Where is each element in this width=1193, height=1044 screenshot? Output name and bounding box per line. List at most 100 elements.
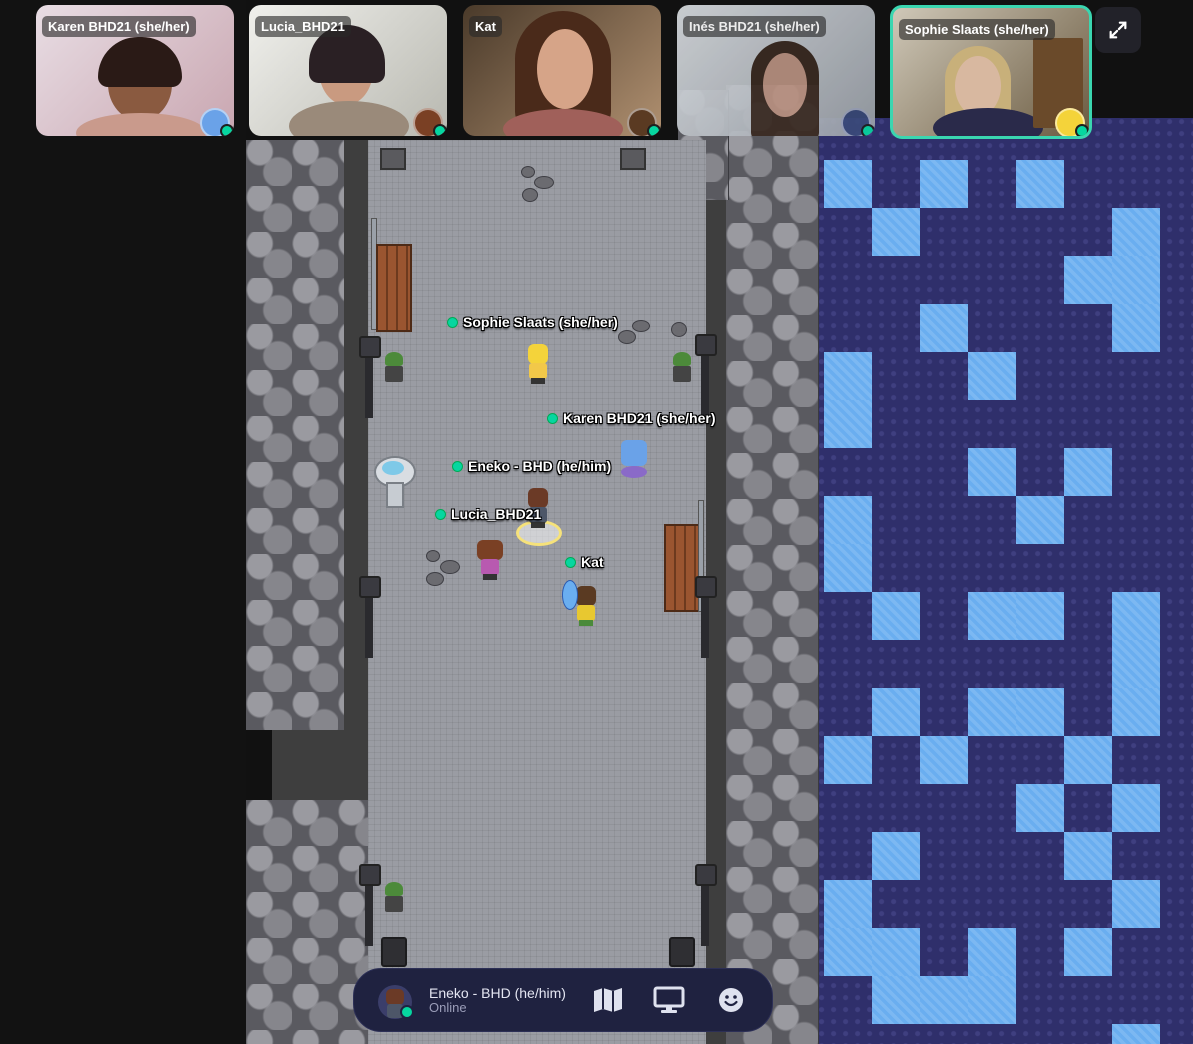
water-tile: [824, 400, 872, 448]
lamp-head: [695, 576, 717, 598]
online-dot: [433, 124, 447, 136]
stone: [632, 320, 650, 332]
water-tile: [920, 736, 968, 784]
online-dot: [565, 556, 576, 568]
lamp-post: [365, 876, 373, 946]
stone: [522, 188, 538, 202]
sign-post: [620, 148, 646, 170]
video-tile-name: Sophie Slaats (she/her): [899, 19, 1055, 40]
screen-share-button[interactable]: [652, 984, 686, 1016]
player-name-tag: Karen BHD21 (she/her): [547, 410, 716, 426]
plaza-floor: [368, 140, 706, 1044]
online-dot: [647, 124, 661, 136]
water-tile: [1064, 256, 1112, 304]
player-avatar-sophie[interactable]: [522, 344, 554, 384]
sign-post: [380, 148, 406, 170]
video-tile-name: Kat: [469, 16, 502, 37]
player-name: Lucia_BHD21: [451, 506, 542, 522]
water-tile: [1016, 496, 1064, 544]
plant-pot: [673, 366, 691, 382]
player-name-tag: Lucia_BHD21: [435, 506, 541, 522]
water-tile: [1064, 928, 1112, 976]
participant-face: [955, 56, 1001, 116]
video-tile-kat[interactable]: Kat: [463, 5, 661, 136]
water-tile: [824, 160, 872, 208]
video-tile-sophie[interactable]: Sophie Slaats (she/her): [890, 5, 1092, 139]
water-tile: [824, 352, 872, 400]
lamp-post: [701, 876, 709, 946]
expand-button[interactable]: [1095, 7, 1141, 53]
water-tile: [1112, 784, 1160, 832]
water-tile: [1016, 160, 1064, 208]
online-dot: [1075, 124, 1089, 136]
water-tile: [872, 688, 920, 736]
stone: [618, 330, 636, 344]
plant: [673, 352, 691, 366]
online-dot: [861, 124, 875, 136]
water-tile: [968, 352, 1016, 400]
bench: [664, 524, 700, 612]
user-status: Online: [429, 1000, 467, 1015]
user-name: Eneko - BHD (he/him): [429, 985, 566, 1001]
participant-body: [76, 113, 206, 136]
fountain-water: [382, 461, 404, 475]
emoji-icon: [719, 988, 743, 1012]
player-name-tag: Eneko - BHD (he/him): [452, 458, 611, 474]
water-tile: [824, 544, 872, 592]
map-button[interactable]: [591, 984, 625, 1016]
rock-wall-right: [726, 85, 819, 1044]
water-tile: [1112, 640, 1160, 688]
water-tile: [1064, 736, 1112, 784]
emoji-button[interactable]: [714, 984, 748, 1016]
rock-wall-left: [246, 140, 347, 730]
video-tile-lucia[interactable]: Lucia_BHD21: [249, 5, 447, 136]
water-tile: [824, 928, 872, 976]
game-world[interactable]: Sophie Slaats (she/her) Karen BHD21 (she…: [0, 0, 1193, 1044]
water-tile: [968, 976, 1016, 1024]
player-name: Eneko - BHD (he/him): [468, 458, 612, 474]
water-tile: [872, 208, 920, 256]
participant-face: [763, 53, 807, 117]
trash-bin: [669, 937, 695, 967]
player-name-tag: Kat: [565, 554, 604, 570]
stone: [521, 166, 535, 178]
online-dot: [447, 316, 458, 328]
video-tile-karen[interactable]: Karen BHD21 (she/her): [36, 5, 234, 136]
participant-body: [289, 101, 409, 136]
screen-share-icon: [653, 986, 685, 1013]
water-area: [818, 118, 1193, 1044]
water-tile: [968, 448, 1016, 496]
lamp-head: [695, 864, 717, 886]
online-dot: [435, 508, 446, 520]
video-tile-ines[interactable]: Inés BHD21 (she/her): [677, 5, 875, 136]
player-name-tag: Sophie Slaats (she/her): [447, 314, 618, 330]
water-tile: [872, 592, 920, 640]
plant: [385, 882, 403, 896]
online-dot: [220, 124, 234, 136]
void-area: [0, 0, 246, 1044]
water-tile: [872, 976, 920, 1024]
player-avatar-lucia[interactable]: [474, 540, 506, 580]
water-tile: [1016, 592, 1064, 640]
water-tile: [824, 880, 872, 928]
water-tile: [1112, 688, 1160, 736]
water-tile: [824, 496, 872, 544]
stone: [426, 572, 444, 586]
water-tile: [1064, 832, 1112, 880]
water-tile: [872, 832, 920, 880]
stone: [426, 550, 440, 562]
fountain-base: [386, 482, 404, 508]
lamp-head: [359, 864, 381, 886]
online-dot: [547, 412, 558, 424]
water-tile: [968, 928, 1016, 976]
lamp-head: [359, 576, 381, 598]
stone: [440, 560, 460, 574]
water-tile: [968, 688, 1016, 736]
plant: [385, 352, 403, 366]
water-tile: [824, 736, 872, 784]
water-tile: [1016, 784, 1064, 832]
water-tile: [1112, 208, 1160, 256]
lamp-post: [365, 588, 373, 658]
player-avatar-karen[interactable]: [618, 440, 650, 480]
video-tile-name: Karen BHD21 (she/her): [42, 16, 196, 37]
